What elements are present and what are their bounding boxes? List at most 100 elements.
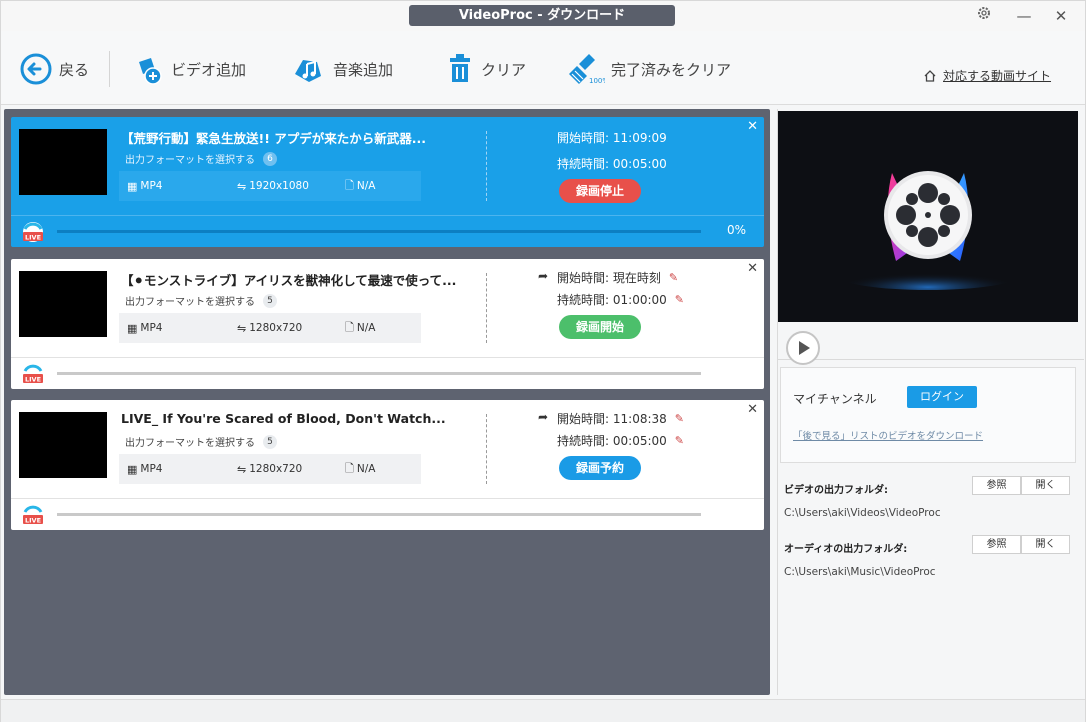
remove-task-icon[interactable]: ✕ bbox=[747, 402, 758, 417]
duration-label: 持続時間: bbox=[557, 157, 610, 171]
output-format-selector[interactable]: 出力フォーマットを選択する 5 bbox=[125, 293, 277, 308]
start-time-value: 11:09:09 bbox=[612, 130, 667, 145]
duration-label: 持続時間: bbox=[557, 293, 610, 307]
start-time-label: 開始時間: bbox=[557, 412, 610, 426]
video-folder-browse-button[interactable]: 参照 bbox=[972, 476, 1021, 495]
audio-folder-label: オーディオの出力フォルダ: bbox=[784, 544, 908, 555]
add-music-icon bbox=[295, 60, 321, 82]
schedule-recording-button[interactable]: 録画予約 bbox=[559, 456, 641, 480]
file-size-value: N/A bbox=[356, 322, 376, 334]
edit-duration-icon[interactable]: ✎ bbox=[675, 434, 684, 447]
output-format-selector[interactable]: 出力フォーマットを選択する 6 bbox=[125, 151, 277, 166]
status-bar bbox=[1, 699, 1085, 722]
task-title: LIVE_ If You're Scared of Blood, Don't W… bbox=[121, 411, 446, 426]
media-info-bar: ▦ MP4 ⇋ 1280x720 🗋 N/A bbox=[119, 313, 421, 343]
media-info-bar: ▦ MP4 ⇋ 1920x1080 🗋 N/A bbox=[119, 171, 421, 201]
back-arrow-icon bbox=[20, 53, 52, 85]
minimize-icon[interactable]: — bbox=[1011, 5, 1037, 27]
svg-text:LIVE: LIVE bbox=[25, 234, 41, 242]
remove-task-icon[interactable]: ✕ bbox=[747, 261, 758, 276]
video-folder-open-button[interactable]: 開く bbox=[1021, 476, 1070, 495]
play-icon bbox=[799, 341, 810, 355]
video-thumbnail bbox=[19, 412, 107, 478]
settings-gear-icon[interactable] bbox=[971, 5, 997, 27]
duration-row: 持続時間: 01:00:00 ✎ bbox=[557, 291, 684, 308]
start-time-row: 開始時間: 11:09:09 bbox=[557, 129, 667, 146]
start-time-row: 開始時間: 11:08:38 ✎ bbox=[557, 410, 684, 427]
task-title: 【荒野行動】緊急生放送!! アプデが来たから新武器... bbox=[121, 131, 426, 146]
film-icon: ▦ bbox=[127, 179, 138, 193]
download-list: 【荒野行動】緊急生放送!! アプデが来たから新武器... 出力フォーマットを選択… bbox=[4, 109, 770, 695]
resolution-icon: ⇋ bbox=[237, 462, 247, 476]
resolution-value: 1280x720 bbox=[249, 463, 303, 475]
play-button[interactable] bbox=[786, 331, 820, 365]
clear-completed-button[interactable]: 100% 完了済みをクリア bbox=[567, 49, 731, 89]
video-thumbnail bbox=[19, 129, 107, 195]
broom-icon: 100% bbox=[569, 54, 605, 85]
start-time-value: 11:08:38 bbox=[612, 411, 667, 426]
output-format-label: 出力フォーマットを選択する bbox=[125, 438, 255, 449]
duration-row: 持続時間: 00:05:00 bbox=[557, 155, 667, 172]
video-thumbnail bbox=[19, 271, 107, 337]
svg-text:LIVE: LIVE bbox=[25, 517, 41, 525]
container-format: MP4 bbox=[140, 463, 163, 475]
download-task-1[interactable]: 【荒野行動】緊急生放送!! アプデが来たから新武器... 出力フォーマットを選択… bbox=[11, 117, 764, 247]
share-arrow-icon: ➦ bbox=[538, 269, 549, 283]
resolution-icon: ⇋ bbox=[237, 321, 247, 335]
container-format: MP4 bbox=[140, 180, 163, 192]
download-task-2[interactable]: 【⚫モンストライブ】アイリスを獣神化して最速で使って... 出力フォーマットを選… bbox=[11, 259, 764, 389]
stop-recording-button[interactable]: 録画停止 bbox=[559, 179, 641, 203]
back-label: 戻る bbox=[59, 60, 90, 79]
audio-folder-browse-button[interactable]: 参照 bbox=[972, 535, 1021, 554]
my-channel-label: マイチャンネル bbox=[793, 392, 877, 406]
video-folder-label: ビデオの出力フォルダ: bbox=[784, 485, 888, 496]
close-window-icon[interactable]: ✕ bbox=[1048, 5, 1074, 27]
clear-completed-label: 完了済みをクリア bbox=[611, 60, 732, 79]
add-video-button[interactable]: ビデオ追加 bbox=[131, 49, 246, 89]
card-divider bbox=[11, 357, 764, 358]
duration-value: 00:05:00 bbox=[612, 433, 667, 448]
audio-folder-open-button[interactable]: 開く bbox=[1021, 535, 1070, 554]
svg-text:100%: 100% bbox=[589, 77, 605, 85]
audio-folder-path: C:\Users\aki\Music\VideoProc bbox=[784, 566, 936, 578]
duration-row: 持続時間: 00:05:00 ✎ bbox=[557, 432, 684, 449]
duration-label: 持続時間: bbox=[557, 434, 610, 448]
edit-start-time-icon[interactable]: ✎ bbox=[669, 271, 678, 284]
card-divider bbox=[11, 215, 764, 216]
duration-value: 01:00:00 bbox=[612, 292, 667, 307]
divider bbox=[486, 131, 487, 201]
watch-later-download-link[interactable]: 「後で見る」リストのビデオをダウンロード bbox=[793, 428, 983, 442]
add-music-button[interactable]: 音楽追加 bbox=[291, 49, 393, 89]
format-count-badge: 6 bbox=[263, 151, 277, 166]
file-size-value: N/A bbox=[356, 180, 376, 192]
resolution-value: 1280x720 bbox=[249, 322, 303, 334]
file-icon: 🗋 bbox=[345, 320, 354, 334]
edit-duration-icon[interactable]: ✎ bbox=[675, 293, 684, 306]
login-button[interactable]: ログイン bbox=[907, 386, 977, 408]
file-icon: 🗋 bbox=[345, 461, 354, 475]
divider bbox=[486, 414, 487, 484]
live-icon: LIVE bbox=[23, 222, 43, 242]
media-info-bar: ▦ MP4 ⇋ 1280x720 🗋 N/A bbox=[119, 454, 421, 484]
clear-button[interactable]: クリア bbox=[445, 49, 526, 89]
add-video-label: ビデオ追加 bbox=[171, 60, 247, 79]
resolution-icon: ⇋ bbox=[237, 179, 247, 193]
back-button[interactable]: 戻る bbox=[19, 49, 89, 89]
file-size-value: N/A bbox=[356, 463, 376, 475]
output-format-selector[interactable]: 出力フォーマットを選択する 5 bbox=[125, 434, 277, 449]
progress-bar bbox=[57, 372, 701, 375]
card-divider bbox=[11, 498, 764, 499]
progress-bar bbox=[57, 513, 701, 516]
start-recording-button[interactable]: 録画開始 bbox=[559, 315, 641, 339]
start-time-label: 開始時間: bbox=[557, 131, 610, 145]
start-time-row: 開始時間: 現在時刻 ✎ bbox=[557, 269, 678, 286]
add-music-label: 音楽追加 bbox=[333, 60, 394, 79]
start-time-label: 開始時間: bbox=[557, 271, 610, 285]
supported-sites-link[interactable]: 対応する動画サイト bbox=[923, 67, 1051, 84]
window-title: VideoProc - ダウンロード bbox=[409, 5, 675, 26]
edit-start-time-icon[interactable]: ✎ bbox=[675, 412, 684, 425]
divider bbox=[778, 359, 1084, 360]
download-task-3[interactable]: LIVE_ If You're Scared of Blood, Don't W… bbox=[11, 400, 764, 530]
file-icon: 🗋 bbox=[345, 178, 354, 192]
remove-task-icon[interactable]: ✕ bbox=[747, 119, 758, 134]
